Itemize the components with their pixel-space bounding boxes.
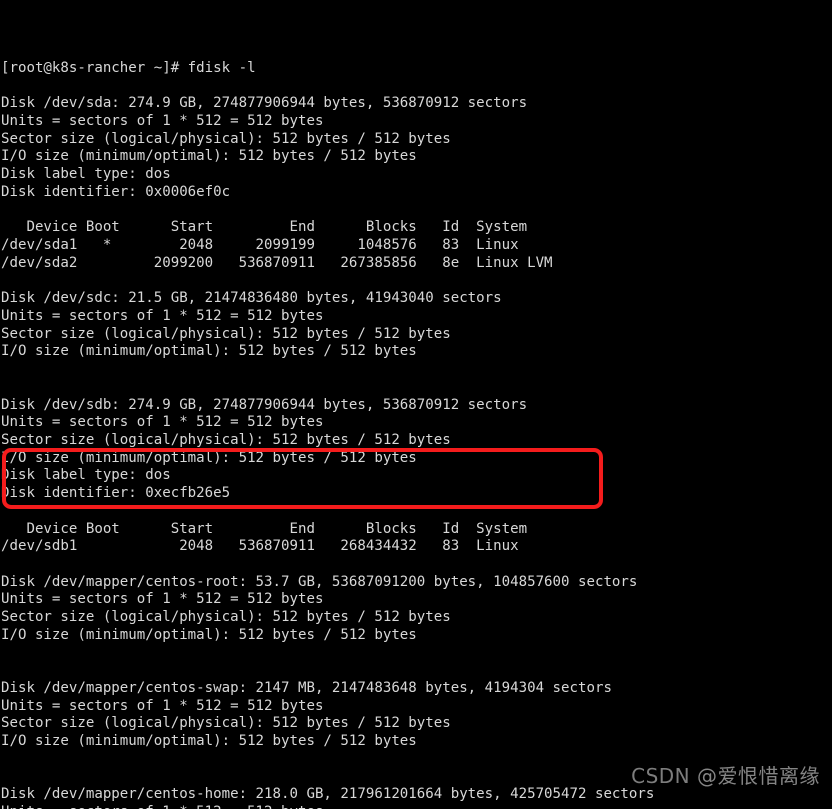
terminal-line: Disk /dev/sdb: 274.9 GB, 274877906944 by… (1, 396, 528, 413)
terminal-line: Disk /dev/mapper/centos-root: 53.7 GB, 5… (1, 573, 638, 590)
terminal-line: Sector size (logical/physical): 512 byte… (1, 431, 451, 448)
terminal-line: Sector size (logical/physical): 512 byte… (1, 130, 451, 147)
terminal-line: /dev/sda2 2099200 536870911 267385856 8e… (1, 254, 553, 271)
terminal-line: Disk label type: dos (1, 467, 171, 484)
terminal-line: Disk identifier: 0x0006ef0c (1, 183, 231, 200)
terminal-line: Units = sectors of 1 * 512 = 512 bytes (1, 307, 324, 324)
terminal-line-clipped (1, 42, 832, 60)
terminal-line: Disk identifier: 0xecfb26e5 (1, 485, 231, 502)
terminal-line: Sector size (logical/physical): 512 byte… (1, 325, 451, 342)
csdn-watermark: CSDN @爱恨惜离缘 (604, 750, 820, 803)
terminal-line: Sector size (logical/physical): 512 byte… (1, 715, 451, 732)
terminal-line: I/O size (minimum/optimal): 512 bytes / … (1, 148, 417, 165)
terminal-output-buffer[interactable]: [root@k8s-rancher ~]# fdisk -l Disk /dev… (0, 0, 832, 809)
terminal-line: Disk label type: dos (1, 166, 171, 183)
watermark-username: @爱恨惜离缘 (697, 763, 820, 788)
terminal-line: I/O size (minimum/optimal): 512 bytes / … (1, 449, 417, 466)
terminal-line: Units = sectors of 1 * 512 = 512 bytes (1, 414, 324, 431)
terminal-line: Disk /dev/mapper/centos-swap: 2147 MB, 2… (1, 680, 612, 697)
terminal-line: Units = sectors of 1 * 512 = 512 bytes (1, 804, 832, 809)
terminal-line: Units = sectors of 1 * 512 = 512 bytes (1, 697, 324, 714)
terminal-line: I/O size (minimum/optimal): 512 bytes / … (1, 626, 417, 643)
terminal-line: Units = sectors of 1 * 512 = 512 bytes (1, 113, 324, 130)
terminal-line: I/O size (minimum/optimal): 512 bytes / … (1, 733, 417, 750)
terminal-line: Disk /dev/sdc: 21.5 GB, 21474836480 byte… (1, 290, 502, 307)
terminal-line: Device Boot Start End Blocks Id System (1, 520, 528, 537)
terminal-window[interactable]: [root@k8s-rancher ~]# fdisk -l Disk /dev… (0, 0, 832, 809)
watermark-site: CSDN (631, 763, 691, 788)
terminal-line: [root@k8s-rancher ~]# fdisk -l (1, 59, 256, 76)
terminal-line: Device Boot Start End Blocks Id System (1, 219, 528, 236)
terminal-line: /dev/sda1 * 2048 2099199 1048576 83 Linu… (1, 237, 519, 254)
terminal-line: Disk /dev/sda: 274.9 GB, 274877906944 by… (1, 95, 528, 112)
terminal-line: /dev/sdb1 2048 536870911 268434432 83 Li… (1, 538, 519, 555)
terminal-line: Sector size (logical/physical): 512 byte… (1, 609, 451, 626)
terminal-line: I/O size (minimum/optimal): 512 bytes / … (1, 343, 417, 360)
terminal-line: Units = sectors of 1 * 512 = 512 bytes (1, 591, 324, 608)
